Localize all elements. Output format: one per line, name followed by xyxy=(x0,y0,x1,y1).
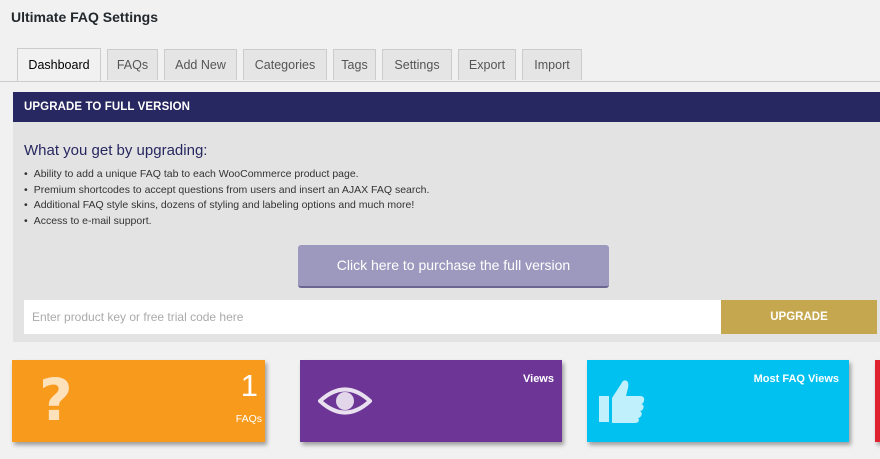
faq-count-label: FAQs xyxy=(235,413,262,425)
views-title: Views xyxy=(523,373,554,385)
tab-export[interactable]: Export xyxy=(458,49,516,80)
faqs-count-card: ? 1 FAQs xyxy=(12,360,265,442)
question-mark-icon: ? xyxy=(39,366,73,434)
benefit-item: Ability to add a unique FAQ tab to each … xyxy=(24,167,429,183)
benefit-item: Premium shortcodes to accept questions f… xyxy=(24,183,430,199)
benefits-list: Ability to add a unique FAQ tab to each … xyxy=(24,167,430,230)
product-key-input[interactable] xyxy=(24,300,721,334)
upgrade-button[interactable]: UPGRADE xyxy=(721,300,877,334)
views-card: Views xyxy=(300,360,562,442)
purchase-full-version-button[interactable]: Click here to purchase the full version xyxy=(298,245,609,288)
most-faq-views-title: Most FAQ Views xyxy=(753,373,839,385)
tab-import[interactable]: Import xyxy=(522,49,582,80)
tab-dashboard[interactable]: Dashboard xyxy=(17,48,101,81)
faq-count: 1 xyxy=(240,368,258,403)
eye-icon xyxy=(318,387,372,415)
upgrade-header: UPGRADE TO FULL VERSION xyxy=(13,92,880,122)
benefit-item: Additional FAQ style skins, dozens of st… xyxy=(24,198,429,214)
upgrade-panel: UPGRADE TO FULL VERSION What you get by … xyxy=(13,92,880,342)
upgrade-heading: What you get by upgrading: xyxy=(24,142,208,159)
benefit-item: Access to e-mail support. xyxy=(24,214,429,230)
tab-bar: Dashboard FAQs Add New Categories Tags S… xyxy=(0,47,880,82)
tab-faqs[interactable]: FAQs xyxy=(107,49,158,80)
tab-categories[interactable]: Categories xyxy=(243,49,327,80)
tab-add-new[interactable]: Add New xyxy=(164,49,237,80)
page-title: Ultimate FAQ Settings xyxy=(11,9,159,25)
most-faq-views-card: Most FAQ Views xyxy=(587,360,849,442)
tab-tags[interactable]: Tags xyxy=(333,49,376,80)
fourth-stat-card xyxy=(875,360,880,442)
product-key-row: UPGRADE xyxy=(24,300,877,334)
tab-settings[interactable]: Settings xyxy=(382,49,452,80)
thumbs-up-icon xyxy=(599,380,645,423)
